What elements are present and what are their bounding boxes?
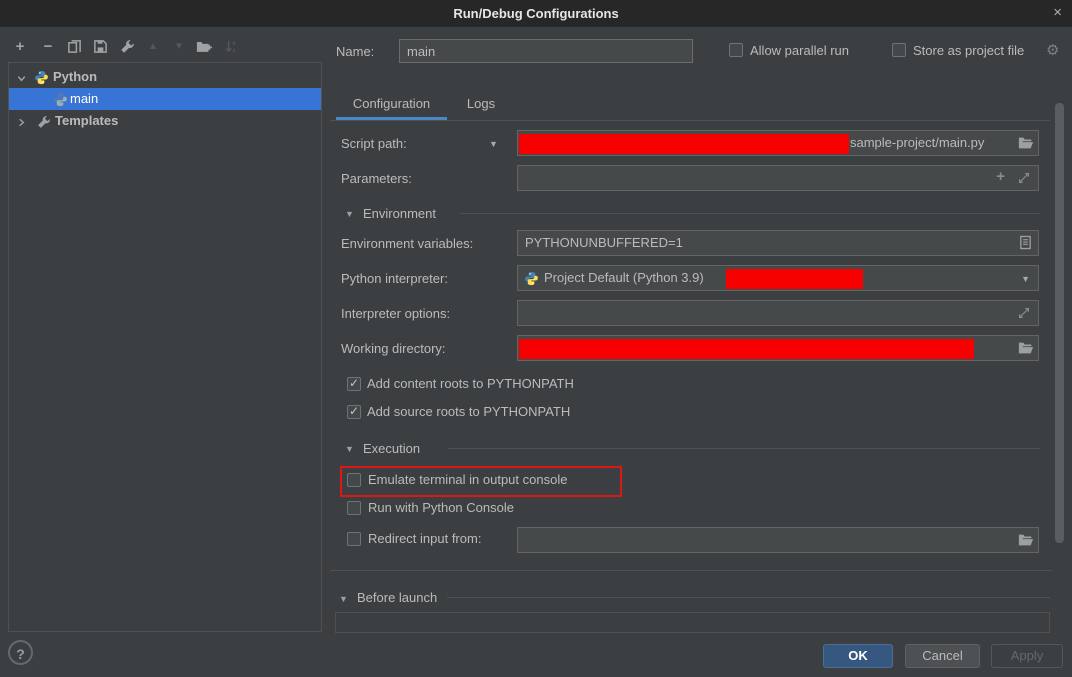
cancel-button[interactable]: Cancel — [905, 644, 980, 668]
tree-item-label: main — [70, 88, 98, 110]
collapse-triangle-icon[interactable]: ▼ — [345, 209, 354, 219]
execution-section-label: Execution — [363, 441, 420, 456]
tab-configuration[interactable]: Configuration — [336, 91, 447, 117]
store-as-project-file-label: Store as project file — [913, 43, 1024, 58]
save-icon[interactable] — [90, 37, 110, 57]
browse-folder-icon[interactable] — [1018, 136, 1034, 153]
tree-item-label: Templates — [55, 110, 118, 132]
vertical-scrollbar-thumb[interactable] — [1055, 103, 1064, 543]
allow-parallel-run-label: Allow parallel run — [750, 43, 849, 58]
collapse-triangle-icon[interactable]: ▼ — [345, 444, 354, 454]
script-path-label: Script path: — [341, 136, 407, 151]
before-launch-task-list[interactable] — [335, 612, 1050, 633]
tree-item-main[interactable]: main — [9, 88, 321, 110]
svg-text:a: a — [232, 41, 236, 47]
parameters-label: Parameters: — [341, 171, 412, 186]
section-divider — [448, 448, 1040, 449]
script-path-input[interactable]: sample-project/main.py — [517, 130, 1039, 156]
svg-text:z: z — [232, 48, 235, 54]
run-with-python-console-label: Run with Python Console — [368, 500, 514, 515]
tabs-separator — [330, 120, 1050, 121]
expand-icon[interactable] — [1017, 171, 1031, 188]
name-label: Name: — [336, 44, 374, 59]
help-button[interactable]: ? — [8, 640, 33, 665]
working-directory-input[interactable] — [517, 335, 1039, 361]
apply-button[interactable]: Apply — [991, 644, 1063, 668]
close-icon[interactable]: × — [1053, 4, 1062, 21]
redaction-overlay — [726, 269, 863, 289]
interpreter-options-label: Interpreter options: — [341, 306, 450, 321]
python-icon — [524, 271, 539, 289]
move-down-icon: ▼ — [169, 37, 189, 57]
add-source-roots-label: Add source roots to PYTHONPATH — [367, 404, 570, 419]
section-divider — [460, 213, 1040, 214]
remove-button[interactable]: − — [38, 37, 58, 57]
before-launch-section-label: Before launch — [357, 590, 437, 605]
python-interpreter-label: Python interpreter: — [341, 271, 448, 286]
sort-alphabetically-icon: az — [221, 37, 241, 57]
redirect-input-file-input[interactable] — [517, 527, 1039, 553]
interpreter-options-input[interactable] — [517, 300, 1039, 326]
python-interpreter-dropdown[interactable]: Project Default (Python 3.9) ▼ — [517, 265, 1039, 291]
emulate-terminal-checkbox[interactable] — [347, 473, 361, 487]
script-path-type-caret-icon[interactable]: ▼ — [489, 139, 498, 149]
dropdown-caret-icon[interactable]: ▼ — [1021, 274, 1030, 284]
add-macro-icon[interactable]: + — [996, 168, 1005, 185]
parameters-input[interactable]: + — [517, 165, 1039, 191]
redirect-input-label: Redirect input from: — [368, 531, 481, 546]
tree-item-python[interactable]: Python — [9, 66, 321, 88]
copy-icon[interactable] — [64, 37, 84, 57]
redirect-input-checkbox[interactable] — [347, 532, 361, 546]
wrench-icon — [37, 114, 51, 136]
add-content-roots-label: Add content roots to PYTHONPATH — [367, 376, 574, 391]
configurations-tree: Python main Templates — [8, 62, 322, 632]
dialog-title: Run/Debug Configurations — [0, 0, 1072, 27]
edit-templates-wrench-icon[interactable] — [117, 37, 137, 57]
environment-section-label: Environment — [363, 206, 436, 221]
run-with-python-console-checkbox[interactable] — [347, 501, 361, 515]
new-folder-icon[interactable] — [194, 37, 214, 57]
expand-icon[interactable] — [1017, 306, 1031, 323]
add-content-roots-checkbox[interactable] — [347, 377, 361, 391]
gear-icon[interactable]: ⚙ — [1046, 41, 1059, 59]
allow-parallel-run-checkbox[interactable] — [729, 43, 743, 57]
name-input[interactable]: main — [399, 39, 693, 63]
move-up-icon: ▲ — [143, 37, 163, 57]
collapse-triangle-icon[interactable]: ▼ — [339, 594, 348, 604]
environment-variables-label: Environment variables: — [341, 236, 473, 251]
chevron-right-icon[interactable] — [15, 114, 28, 136]
browse-folder-icon[interactable] — [1018, 341, 1034, 358]
tree-item-templates[interactable]: Templates — [9, 110, 321, 132]
environment-variables-input[interactable]: PYTHONUNBUFFERED=1 — [517, 230, 1039, 256]
add-source-roots-checkbox[interactable] — [347, 405, 361, 419]
tree-item-label: Python — [53, 66, 97, 88]
edit-variables-icon[interactable] — [1019, 235, 1032, 253]
store-as-project-file-checkbox[interactable] — [892, 43, 906, 57]
section-divider — [447, 597, 1050, 598]
working-directory-label: Working directory: — [341, 341, 446, 356]
ok-button[interactable]: OK — [823, 644, 893, 668]
add-button[interactable]: + — [10, 37, 30, 57]
emulate-terminal-label: Emulate terminal in output console — [368, 472, 567, 487]
browse-folder-icon[interactable] — [1018, 533, 1034, 550]
content-separator — [330, 570, 1052, 571]
redaction-overlay — [519, 134, 849, 154]
tab-logs[interactable]: Logs — [452, 91, 510, 117]
redaction-overlay — [519, 339, 974, 359]
